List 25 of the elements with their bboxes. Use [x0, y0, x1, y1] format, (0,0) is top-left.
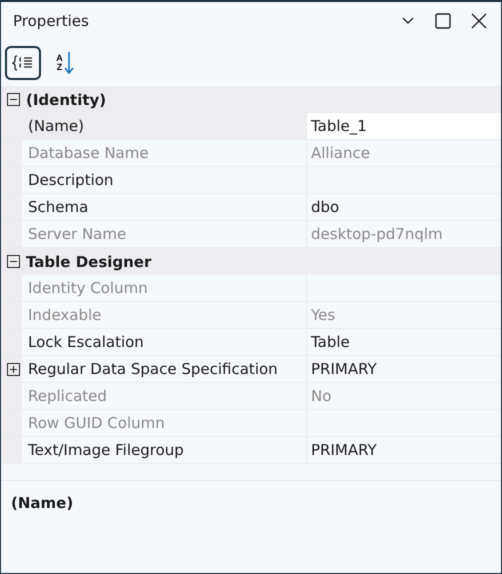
property-value[interactable]: PRIMARY	[307, 437, 501, 463]
categorized-button[interactable]	[5, 46, 41, 80]
dropdown-icon[interactable]	[401, 16, 415, 26]
property-name[interactable]: (Name)	[22, 113, 307, 139]
down-arrow-icon	[64, 51, 74, 75]
collapse-icon[interactable]	[7, 93, 20, 106]
property-name[interactable]: Regular Data Space Specification	[22, 356, 307, 382]
property-name[interactable]: Description	[22, 167, 307, 193]
property-value[interactable]: dbo	[307, 194, 501, 220]
property-name[interactable]: Text/Image Filegroup	[22, 437, 307, 463]
sort-button[interactable]: A Z	[47, 46, 83, 80]
category-name: (Identity)	[26, 90, 106, 108]
expand-icon[interactable]	[7, 362, 20, 376]
property-value[interactable]: Table	[307, 329, 501, 355]
property-value[interactable]: PRIMARY	[307, 356, 501, 382]
collapse-icon[interactable]	[7, 255, 20, 268]
category-name: Table Designer	[26, 252, 152, 270]
window-title: Properties	[13, 12, 89, 30]
close-icon[interactable]	[471, 13, 487, 29]
description-title: (Name)	[11, 494, 74, 512]
categorized-list-icon	[12, 54, 34, 72]
property-value[interactable]: Table_1	[307, 113, 501, 139]
property-name[interactable]: Schema	[22, 194, 307, 220]
maximize-icon[interactable]	[435, 13, 451, 29]
property-name[interactable]: Lock Escalation	[22, 329, 307, 355]
